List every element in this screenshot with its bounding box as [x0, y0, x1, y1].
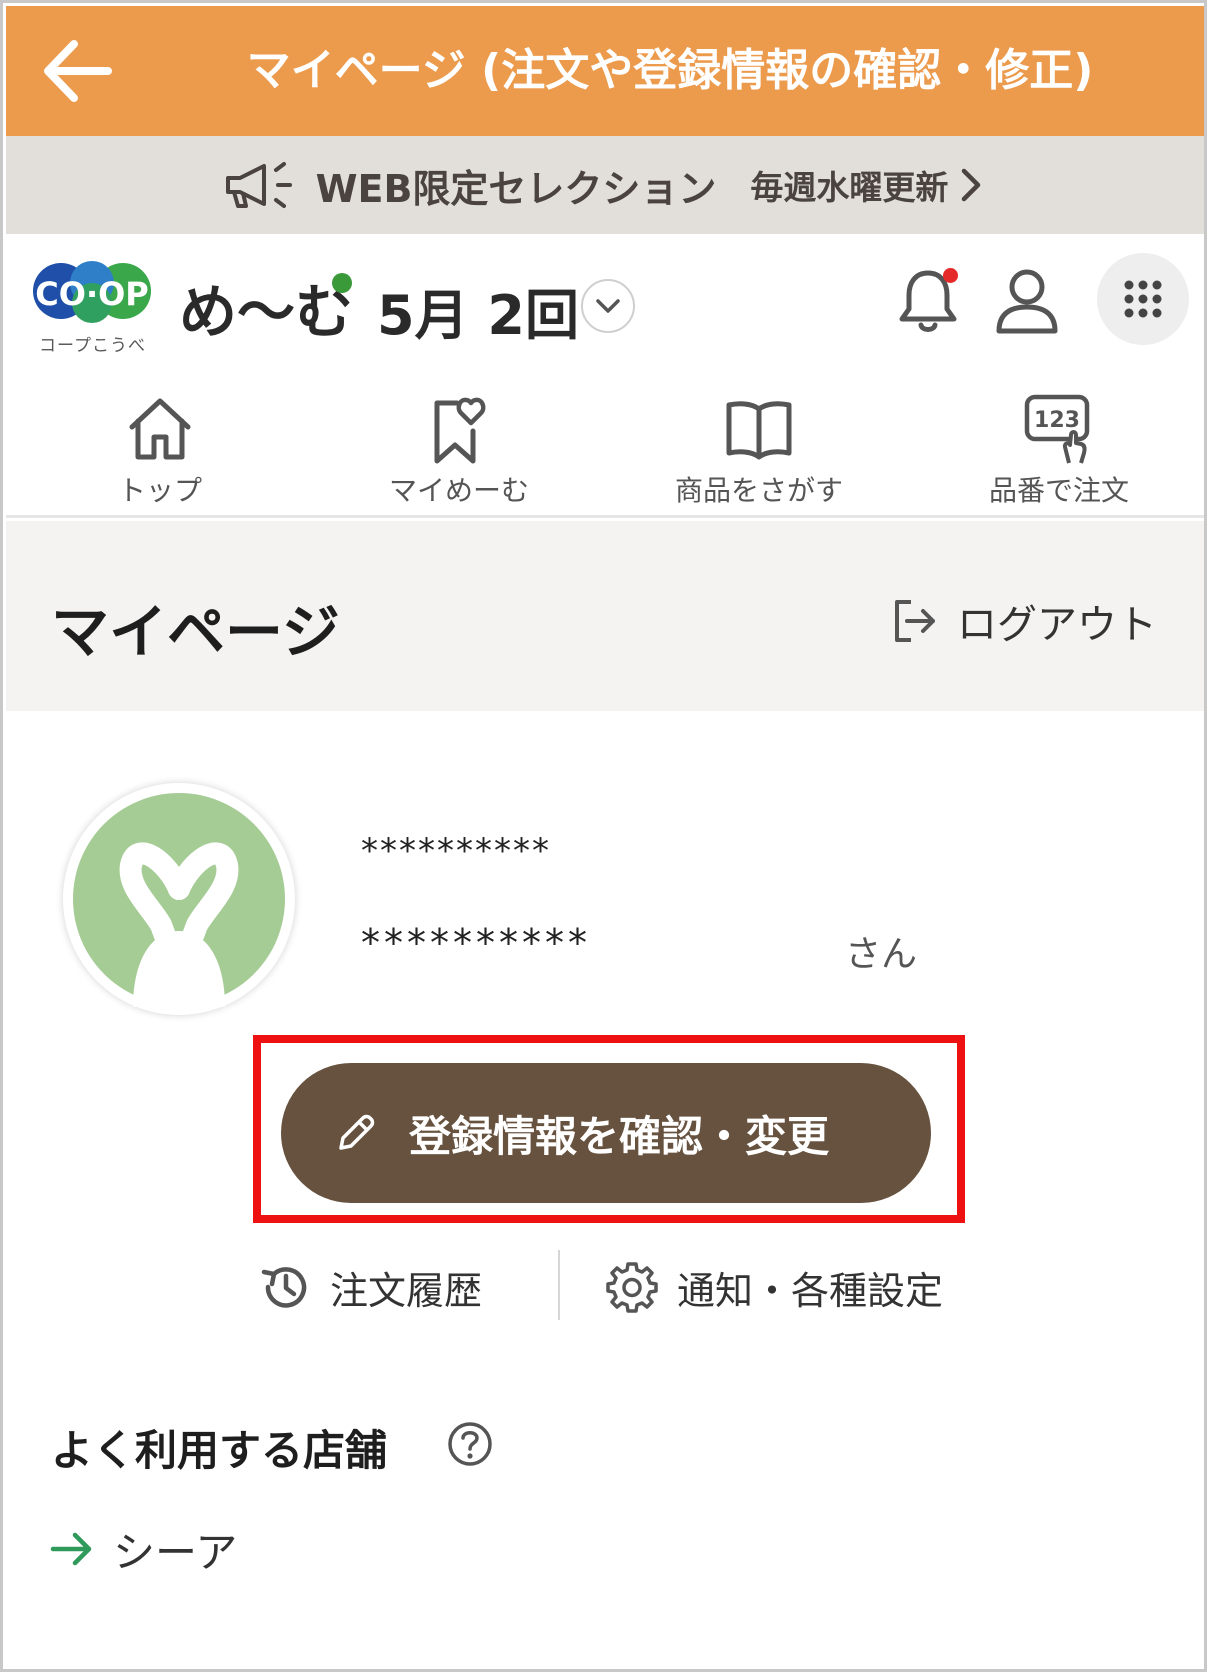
tab-label: 品番で注文 — [988, 474, 1129, 507]
store-link[interactable]: シーア — [49, 1519, 237, 1579]
header-title: マイページ (注文や登録情報の確認・修正) — [246, 45, 1094, 96]
logout-label: ログアウト — [957, 602, 1157, 648]
main-tab-bar: トップ マイめーむ 商品をさがす 123 品番で注文 — [6, 373, 1204, 518]
user-name: ********** — [361, 921, 591, 965]
number-touch-icon: 123 — [1024, 394, 1090, 464]
announcement-subtitle: 毎週水曜更新 — [750, 168, 949, 207]
app-frame: マイページ (注文や登録情報の確認・修正) WEB限定セレクション 毎週水曜更新… — [0, 0, 1207, 1672]
delivery-period: 5月 2回 — [377, 284, 579, 347]
favorite-store-title: よく利用する店舗 — [51, 1426, 388, 1475]
megaphone-icon — [225, 162, 292, 208]
page-title: マイページ — [51, 598, 340, 666]
gear-icon — [606, 1262, 658, 1313]
help-icon[interactable] — [447, 1421, 493, 1467]
tab-order-by-number[interactable]: 123 品番で注文 — [949, 391, 1169, 511]
user-id: ********** — [361, 831, 551, 871]
settings-label: 通知・各種設定 — [677, 1268, 944, 1313]
honorific-suffix: さん — [845, 934, 918, 975]
tab-my-meme[interactable]: マイめーむ — [349, 391, 569, 511]
logo-caption: コープこうべ — [39, 336, 146, 356]
tab-top[interactable]: トップ — [50, 391, 270, 511]
tab-label: トップ — [117, 474, 202, 507]
svg-text:CO·OP: CO·OP — [35, 275, 149, 313]
notification-badge — [943, 268, 958, 283]
delivery-dropdown[interactable] — [581, 279, 635, 333]
store-name: シーア — [113, 1527, 238, 1577]
logout-button[interactable]: ログアウト — [889, 593, 1157, 649]
tab-label: マイめーむ — [388, 474, 529, 507]
back-button[interactable] — [36, 30, 118, 112]
arrow-right-icon — [50, 1532, 92, 1566]
announcement-banner[interactable]: WEB限定セレクション 毎週水曜更新 — [6, 136, 1204, 234]
divider — [558, 1250, 560, 1320]
edit-button-label: 登録情報を確認・変更 — [409, 1111, 830, 1161]
arrow-left-icon — [44, 40, 112, 102]
chevron-right-icon — [962, 168, 981, 202]
svg-text:123: 123 — [1034, 408, 1080, 433]
logout-icon — [895, 600, 935, 642]
brand-dot — [332, 273, 352, 293]
rabbit-avatar-icon — [73, 793, 285, 1007]
book-icon — [726, 401, 792, 460]
order-history-link[interactable]: 注文履歴 — [258, 1257, 482, 1317]
tab-search-products[interactable]: 商品をさがす — [649, 391, 869, 511]
edit-registration-button[interactable]: 登録情報を確認・変更 — [281, 1063, 931, 1203]
service-name: め〜む — [179, 278, 354, 346]
pencil-icon — [339, 1114, 375, 1150]
tab-label: 商品をさがす — [674, 474, 843, 507]
order-history-label: 注文履歴 — [330, 1268, 483, 1313]
grid-dots-icon — [1124, 280, 1162, 318]
announcement-title: WEB限定セレクション — [315, 166, 717, 211]
avatar — [63, 783, 295, 1015]
user-icon[interactable] — [991, 265, 1063, 337]
bookmark-heart-icon — [434, 397, 486, 464]
top-header: マイページ (注文や登録情報の確認・修正) — [6, 6, 1204, 136]
settings-link[interactable]: 通知・各種設定 — [605, 1257, 943, 1317]
home-icon — [129, 398, 191, 460]
menu-grid-button[interactable] — [1097, 253, 1189, 345]
chevron-down-icon — [596, 299, 620, 313]
history-icon — [261, 1267, 307, 1308]
